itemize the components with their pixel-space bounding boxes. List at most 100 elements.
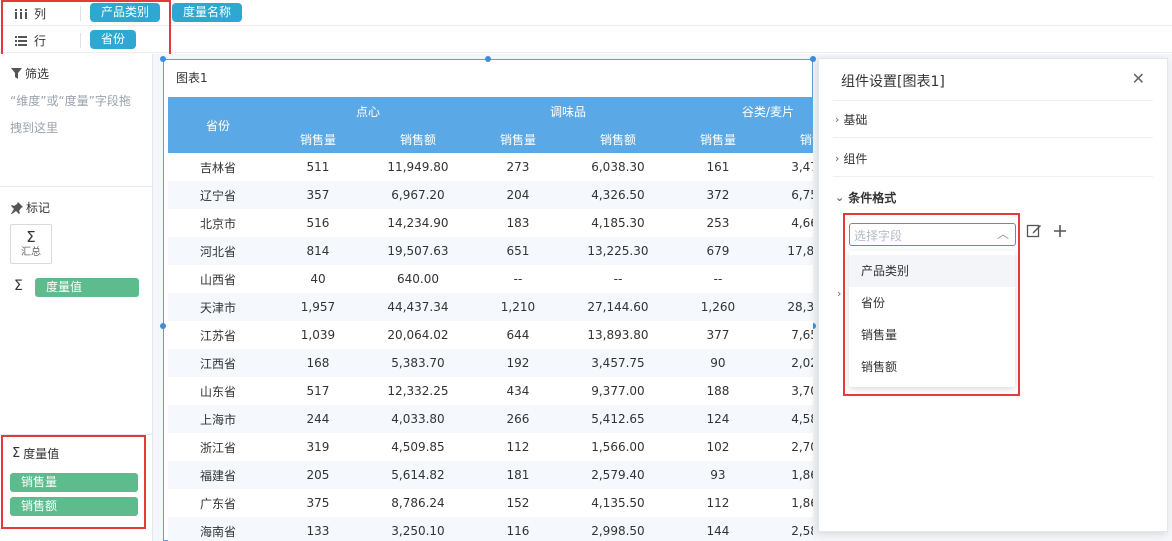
table-cell: -- xyxy=(667,265,768,293)
table-cell: 27,144.60 xyxy=(567,293,668,321)
header-group[interactable]: 谷类/麦片 xyxy=(667,97,813,125)
table-cell: 517 xyxy=(267,377,368,405)
table-cell: 116 xyxy=(467,517,568,541)
table-row: 上海市2444,033.802665,412.651244,580.75140 xyxy=(168,405,813,433)
table-cell: 640.00 xyxy=(367,265,468,293)
table-cell: 144 xyxy=(667,517,768,541)
table-cell: 1,039 xyxy=(267,321,368,349)
header-measure[interactable]: 销售额 xyxy=(367,125,468,153)
sigma-icon: Σ xyxy=(26,228,36,246)
table-cell: 161 xyxy=(667,153,768,181)
dropdown-option-sales-amount[interactable]: 销售额 xyxy=(849,351,1015,383)
table-cell: 4,185.30 xyxy=(567,209,668,237)
rows-icon xyxy=(15,35,27,46)
header-measure[interactable]: 销售量 xyxy=(467,125,568,153)
table-cell: 4,580.75 xyxy=(767,405,813,433)
measure-value-pill[interactable]: 度量值 xyxy=(35,278,139,297)
table-cell: 17,880.75 xyxy=(767,237,813,265)
table-cell: 3,476.20 xyxy=(767,153,813,181)
table-cell: 679 xyxy=(667,237,768,265)
measure-item-sales-amount[interactable]: 销售额 xyxy=(10,497,138,516)
table-cell: 9,377.00 xyxy=(567,377,668,405)
edit-icon[interactable] xyxy=(1026,223,1042,239)
aggregate-label: 汇总 xyxy=(21,247,41,258)
table-row: 山西省40640.00---------- xyxy=(168,265,813,293)
header-measure[interactable]: 销售额 xyxy=(767,125,813,153)
row-pill-province[interactable]: 省份 xyxy=(90,30,137,49)
header-measure[interactable]: 销售量 xyxy=(267,125,368,153)
header-measure[interactable]: 销售额 xyxy=(567,125,668,153)
table-cell: 192 xyxy=(467,349,568,377)
table-cell: 3,457.75 xyxy=(567,349,668,377)
field-select[interactable]: 选择字段 ︿ xyxy=(849,223,1016,246)
columns-icon xyxy=(15,8,27,19)
table-cell: 377 xyxy=(667,321,768,349)
header-province[interactable]: 省份 xyxy=(168,97,268,153)
field-dropdown-menu: 产品类别 省份 销售量 销售额 xyxy=(849,251,1015,387)
filter-icon xyxy=(11,68,22,79)
table-cell: 5,383.70 xyxy=(367,349,468,377)
resize-handle[interactable] xyxy=(160,56,166,62)
column-pill-product-category[interactable]: 产品类别 xyxy=(90,3,161,22)
table-cell: 168 xyxy=(267,349,368,377)
sigma-icon: Σ xyxy=(12,446,21,461)
shelf-separator xyxy=(80,6,81,21)
header-group[interactable]: 点心 xyxy=(267,97,468,125)
table-cell: 20,064.02 xyxy=(367,321,468,349)
settings-title: 组件设置[图表1] xyxy=(841,74,945,90)
table-cell: 7,652.45 xyxy=(767,321,813,349)
chevron-right-icon: › xyxy=(835,152,840,165)
filter-drop-hint[interactable]: “维度”或“度量”字段拖拽到这里 xyxy=(10,88,138,142)
header-group[interactable]: 调味品 xyxy=(467,97,668,125)
table-cell: 12,332.25 xyxy=(367,377,468,405)
dropdown-option-product-category[interactable]: 产品类别 xyxy=(849,255,1015,287)
section-component[interactable]: › 组件 xyxy=(835,150,867,167)
table-cell: 183 xyxy=(467,209,568,237)
row-header-cell: 天津市 xyxy=(168,293,268,321)
row-header-cell: 江苏省 xyxy=(168,321,268,349)
column-pill-measure-name[interactable]: 度量名称 xyxy=(172,3,243,22)
row-header-cell: 辽宁省 xyxy=(168,181,268,209)
table-cell: 3,250.10 xyxy=(367,517,468,541)
table-cell: 40 xyxy=(267,265,368,293)
table-cell: 375 xyxy=(267,489,368,517)
section-conditional-format[interactable]: ⌄ 条件格式 xyxy=(835,189,896,206)
table-cell: 2,579.40 xyxy=(567,461,668,489)
table-cell: 2,020.00 xyxy=(767,349,813,377)
row-header-cell: 广东省 xyxy=(168,489,268,517)
measure-item-sales-qty[interactable]: 销售量 xyxy=(10,473,138,492)
table-cell: 4,509.85 xyxy=(367,433,468,461)
table-cell: 516 xyxy=(267,209,368,237)
table-cell: 511 xyxy=(267,153,368,181)
shelf-separator xyxy=(80,33,81,48)
table-cell: 90 xyxy=(667,349,768,377)
table-cell: 4,326.50 xyxy=(567,181,668,209)
rows-shelf: 行 省份 xyxy=(0,27,1172,53)
section-basic[interactable]: › 基础 xyxy=(835,111,867,128)
component-settings-panel: 组件设置[图表1] ✕ › 基础 › 组件 ⌄ 条件格式 选择字段 ︿ › 产品… xyxy=(818,58,1168,532)
columns-shelf: 列 产品类别 度量名称 xyxy=(0,0,1172,26)
table-cell: 11,949.80 xyxy=(367,153,468,181)
table-cell: 204 xyxy=(467,181,568,209)
filter-section-title: 筛选 xyxy=(11,65,49,82)
divider xyxy=(0,186,153,187)
divider xyxy=(833,137,1153,138)
table-cell: -- xyxy=(567,265,668,293)
add-icon[interactable] xyxy=(1052,223,1068,239)
close-icon[interactable]: ✕ xyxy=(1132,69,1145,88)
table-row: 浙江省3194,509.851121,566.001022,704.60283 xyxy=(168,433,813,461)
resize-handle[interactable] xyxy=(160,323,166,329)
table-cell: 434 xyxy=(467,377,568,405)
resize-handle[interactable] xyxy=(810,56,816,62)
table-cell: 2,998.50 xyxy=(567,517,668,541)
table-cell: 1,260 xyxy=(667,293,768,321)
resize-handle[interactable] xyxy=(485,56,491,62)
table-cell: 1,868.60 xyxy=(767,461,813,489)
row-header-cell: 吉林省 xyxy=(168,153,268,181)
columns-shelf-label: 列 xyxy=(14,5,46,22)
row-header-cell: 海南省 xyxy=(168,517,268,541)
aggregate-mark-button[interactable]: Σ 汇总 xyxy=(10,224,52,264)
dropdown-option-province[interactable]: 省份 xyxy=(849,287,1015,319)
dropdown-option-sales-qty[interactable]: 销售量 xyxy=(849,319,1015,351)
header-measure[interactable]: 销售量 xyxy=(667,125,768,153)
